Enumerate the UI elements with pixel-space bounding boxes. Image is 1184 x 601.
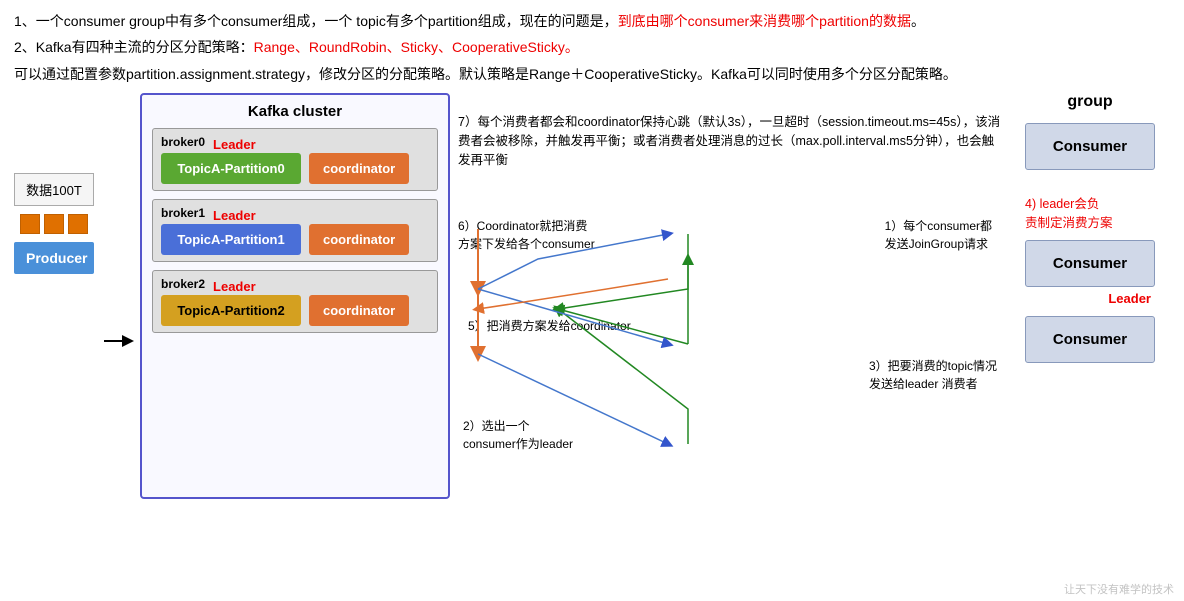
broker2-label: broker2 <box>161 277 205 291</box>
broker2-box: broker2 Leader TopicA-Partition2 coordin… <box>152 270 438 333</box>
broker1-row: TopicA-Partition1 coordinator <box>161 224 429 255</box>
watermark: 让天下没有难学的技术 <box>1064 581 1174 597</box>
group-title: group <box>1067 93 1112 111</box>
consumer-label-1: Consumer <box>1053 138 1127 155</box>
arrows-svg <box>458 179 1002 499</box>
broker0-box: broker0 Leader TopicA-Partition0 coordin… <box>152 128 438 191</box>
broker2-row: TopicA-Partition2 coordinator <box>161 295 429 326</box>
text-line-1: 1、一个consumer group中有多个consumer组成，一个 topi… <box>14 10 1170 32</box>
text-line-2: 2、Kafka有四种主流的分区分配策略：Range、RoundRobin、Sti… <box>14 36 1170 58</box>
broker0-label: broker0 <box>161 135 205 149</box>
data-square-3 <box>68 214 88 234</box>
producer-label: Producer <box>14 242 94 274</box>
text2-strategies: Range、RoundRobin、Sticky、CooperativeStick… <box>254 39 579 55</box>
broker2-partition: TopicA-Partition2 <box>161 295 301 326</box>
broker1-partition: TopicA-Partition1 <box>161 224 301 255</box>
text-section-1: 1、一个consumer group中有多个consumer组成，一个 topi… <box>14 10 1170 85</box>
kafka-title: Kafka cluster <box>152 103 438 120</box>
middle-area: 7）每个消费者都会和coordinator保持心跳（默认3s），一旦超时（ses… <box>450 93 1010 499</box>
data-square-2 <box>44 214 64 234</box>
leader-label: Leader <box>1025 291 1155 306</box>
broker0-partition: TopicA-Partition0 <box>161 153 301 184</box>
producer-arrow <box>104 93 134 499</box>
note4: 4) leader会负责制定消费方案 <box>1025 176 1155 232</box>
data-label: 数据100T <box>14 173 94 206</box>
broker1-box: broker1 Leader TopicA-Partition1 coordin… <box>152 199 438 262</box>
note7: 7）每个消费者都会和coordinator保持心跳（默认3s），一旦超时（ses… <box>458 93 1002 171</box>
broker2-coordinator: coordinator <box>309 295 409 326</box>
producer-arrow-svg <box>104 331 134 351</box>
data-square-1 <box>20 214 40 234</box>
text2-rest: 可以通过配置参数partition.assignment.strategy，修改… <box>14 66 957 82</box>
broker2-leader: Leader <box>213 279 256 294</box>
broker1-label: broker1 <box>161 206 205 220</box>
text1-red: 到底由哪个consumer来消费哪个partition的数据 <box>618 13 911 29</box>
text-line-3: 可以通过配置参数partition.assignment.strategy，修改… <box>14 63 1170 85</box>
broker1-coordinator: coordinator <box>309 224 409 255</box>
arrows-annotations: 6）Coordinator就把消费方案下发给各个consumer 1）每个con… <box>458 179 1002 499</box>
consumer-label-3: Consumer <box>1053 331 1127 348</box>
broker0-row: TopicA-Partition0 coordinator <box>161 153 429 184</box>
broker1-leader: Leader <box>213 208 256 223</box>
broker0-coordinator: coordinator <box>309 153 409 184</box>
text2-start: 2、Kafka有四种主流的分区分配策略： <box>14 39 254 55</box>
page: 1、一个consumer group中有多个consumer组成，一个 topi… <box>0 0 1184 601</box>
text1-end: 。 <box>911 13 925 29</box>
data-squares <box>20 214 88 234</box>
consumer-label-2: Consumer <box>1053 255 1127 272</box>
consumer-box-3: Consumer <box>1025 316 1155 363</box>
broker0-leader: Leader <box>213 137 256 152</box>
group-side: group Consumer 4) leader会负责制定消费方案 Consum… <box>1010 93 1170 499</box>
text1-start: 1、一个consumer group中有多个consumer组成，一个 topi… <box>14 13 618 29</box>
consumer-box-2: Consumer <box>1025 240 1155 287</box>
kafka-cluster: Kafka cluster broker0 Leader TopicA-Part… <box>140 93 450 499</box>
consumer-box-1: Consumer <box>1025 123 1155 170</box>
producer-side: 数据100T Producer <box>14 93 94 499</box>
